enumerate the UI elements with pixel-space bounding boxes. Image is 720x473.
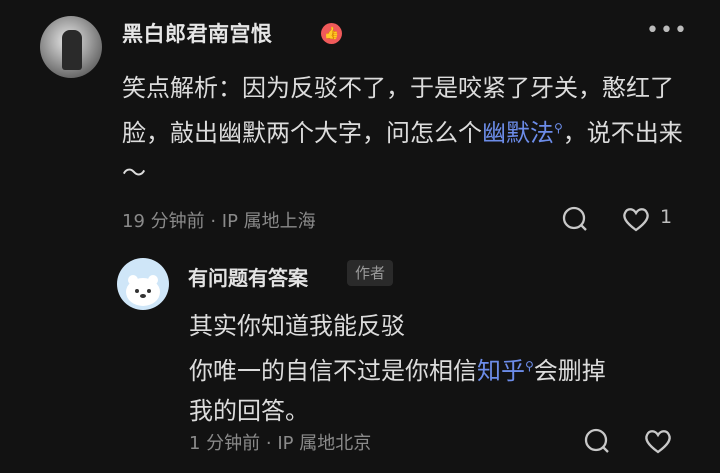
reply-comment-icon[interactable]: [583, 427, 611, 455]
reply-heart-icon[interactable]: [643, 427, 673, 455]
more-options-button[interactable]: •••: [646, 18, 688, 43]
like-badge-icon: 👍: [321, 23, 342, 44]
reply-username[interactable]: 有问题有答案: [188, 262, 308, 291]
reply-meta: 1 分钟前 · IP 属地北京: [189, 433, 372, 454]
author-tag: 作者: [347, 260, 394, 286]
reply-avatar[interactable]: [117, 258, 169, 310]
heart-icon[interactable]: [621, 205, 651, 233]
comment-username[interactable]: 黑白郎君南宫恨: [122, 18, 273, 48]
humor-method-link[interactable]: 幽默法: [482, 119, 554, 147]
zhihu-link[interactable]: 知乎: [477, 357, 525, 385]
reply-line2-part2: 会删掉: [533, 357, 606, 385]
reply-text: 其实你知道我能反驳 你唯一的自信不过是你相信知乎⚲会删掉 我的回答。: [189, 306, 709, 431]
comment-icon[interactable]: [561, 205, 589, 233]
search-mini-icon: ⚲: [525, 359, 534, 373]
reply-line3: 我的回答。: [189, 397, 309, 425]
search-mini-icon: ⚲: [554, 121, 563, 135]
reply-line2: 你唯一的自信不过是你相信知乎⚲会删掉: [189, 346, 709, 391]
avatar[interactable]: [40, 16, 102, 78]
bear-avatar-icon: [126, 275, 160, 306]
reply-line1: 其实你知道我能反驳: [189, 312, 405, 340]
avatar-figure: [62, 30, 82, 70]
like-count: 1: [660, 206, 673, 228]
comment-text: 笑点解析：因为反驳不了，于是咬紧了牙关，憨红了脸，敲出幽默两个大字，问怎么个幽默…: [122, 68, 692, 193]
comment-meta: 19 分钟前 · IP 属地上海: [122, 211, 316, 232]
reply-line2-part1: 你唯一的自信不过是你相信: [189, 357, 477, 385]
